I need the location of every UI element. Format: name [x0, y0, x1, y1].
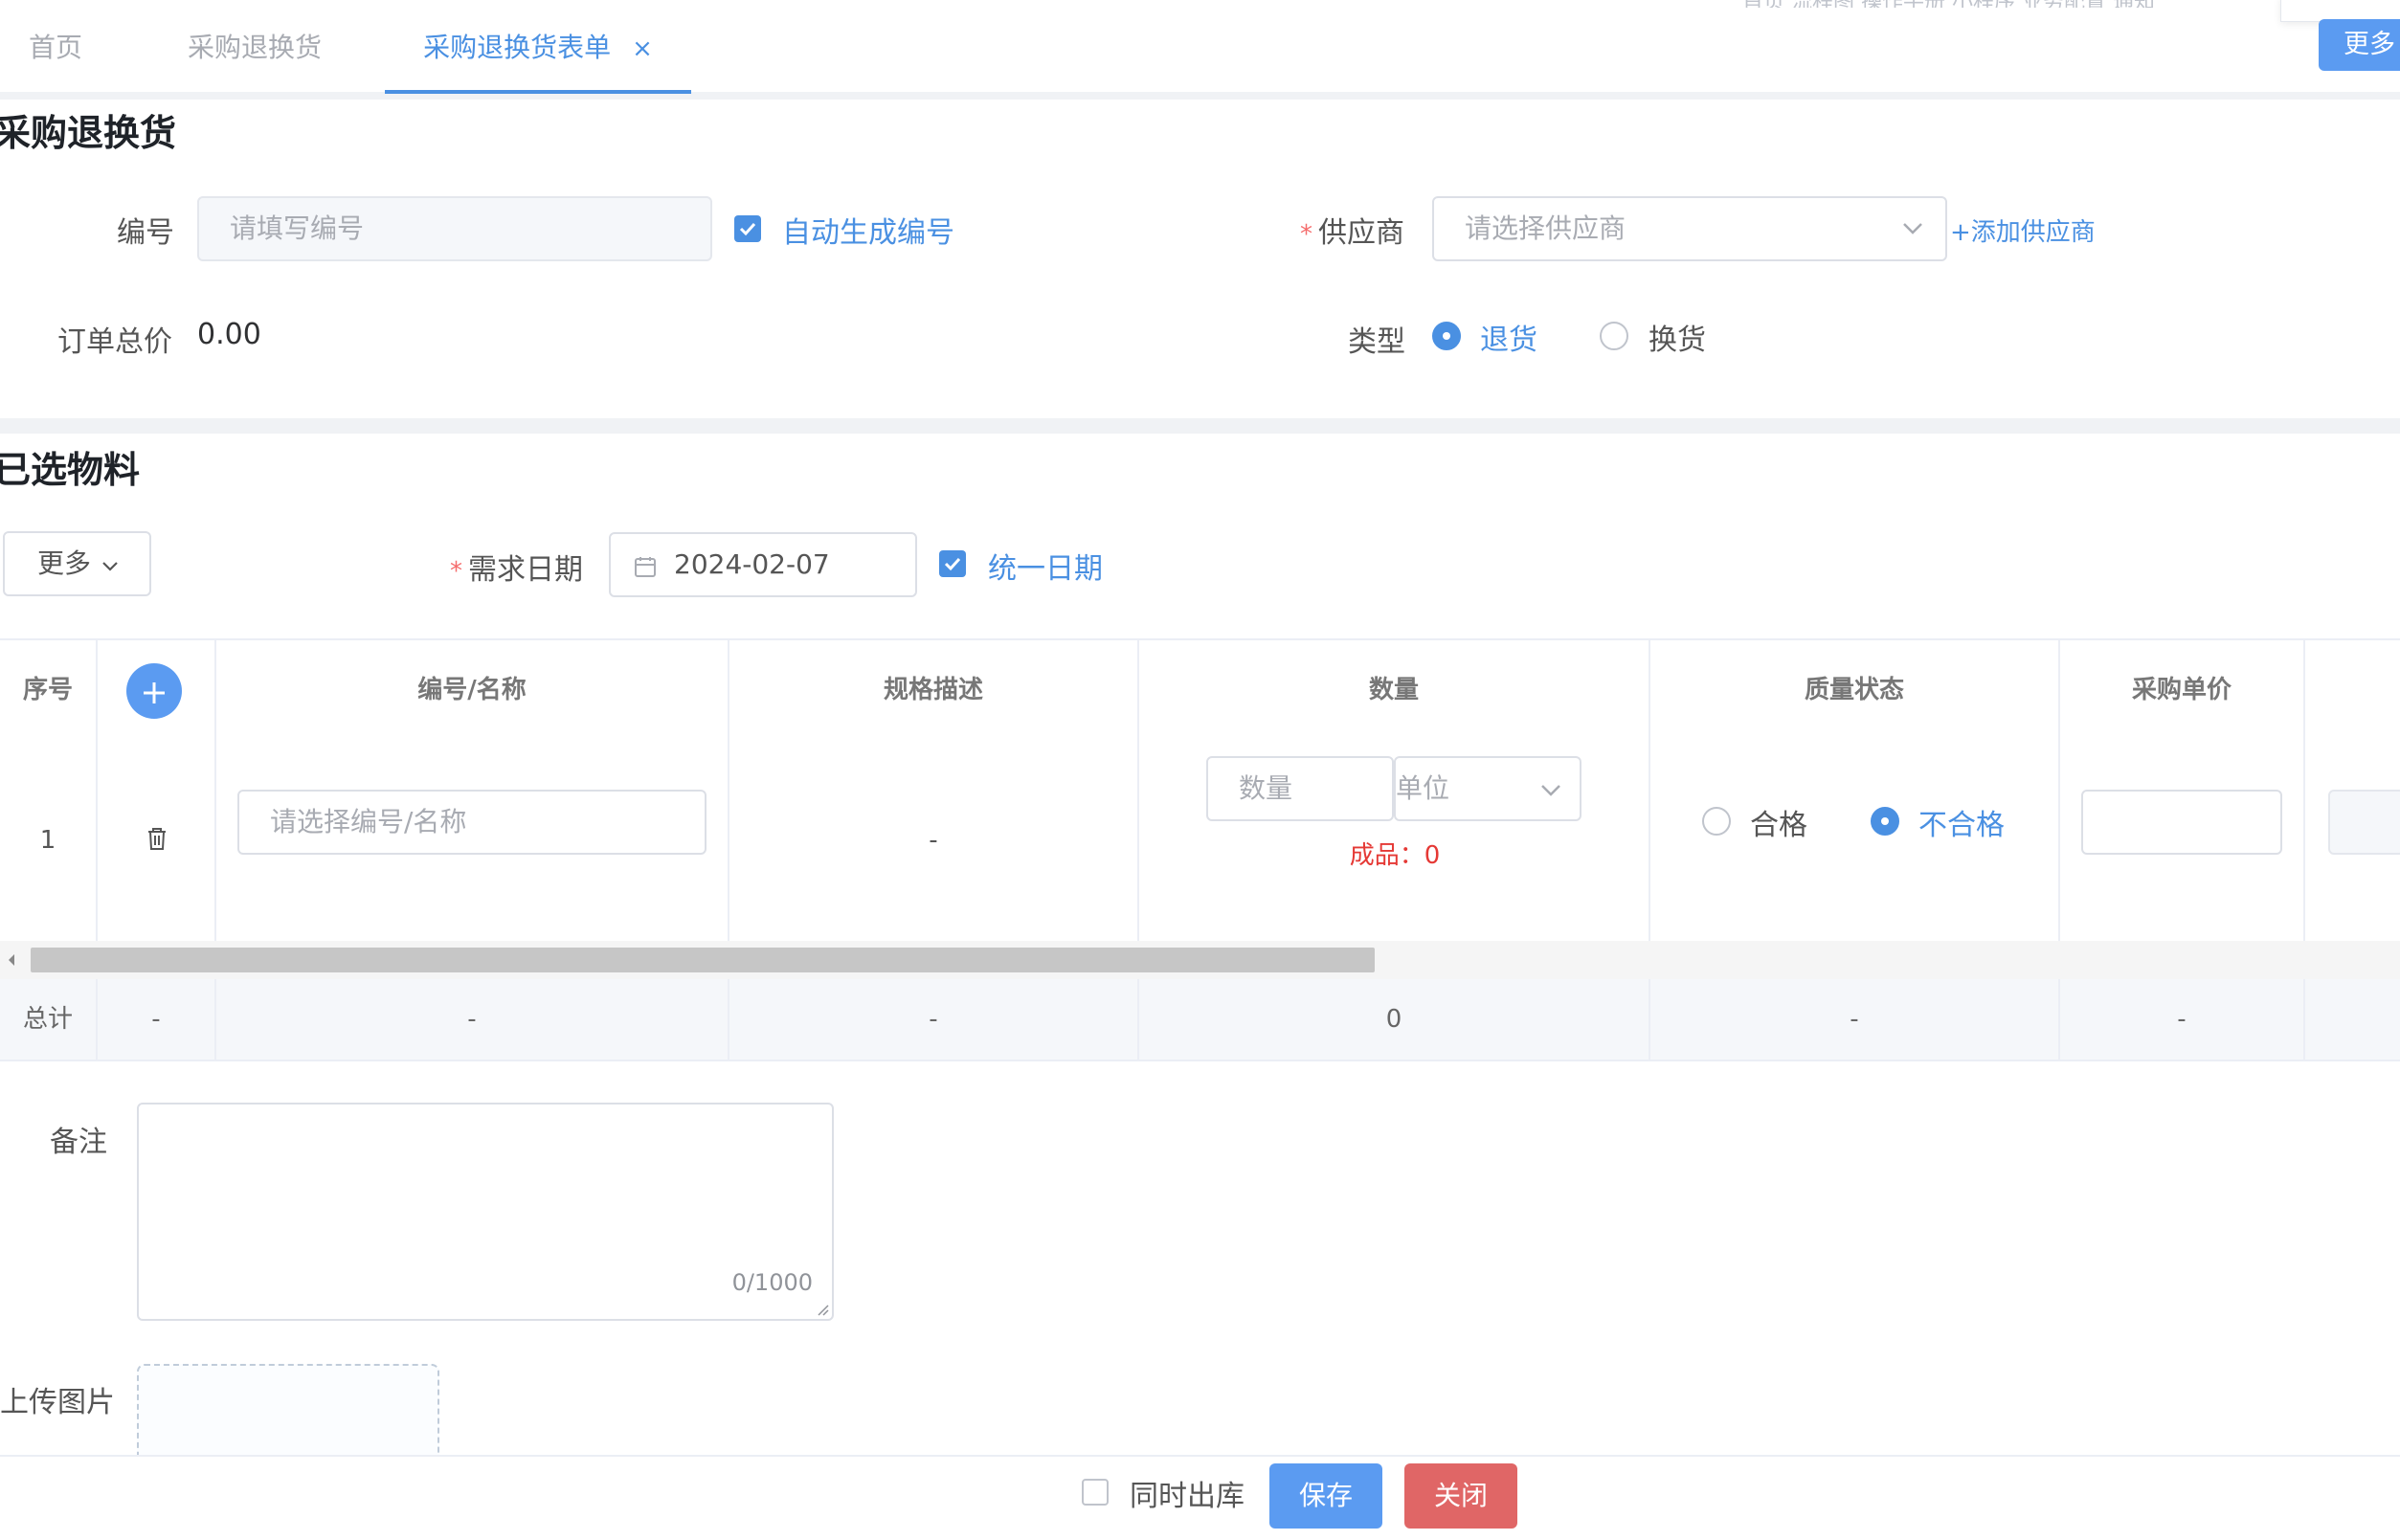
close-button[interactable]: 关闭 [1404, 1463, 1517, 1529]
footer-cell [2305, 979, 2400, 1060]
table-header: 序号 编号/名称 规格描述 数量 质量状态 采购单价 [0, 638, 2400, 742]
code-label: 编号 [117, 216, 174, 250]
chevron-down-icon [1541, 785, 1560, 796]
extra-input[interactable] [2328, 790, 2400, 855]
check-icon [739, 222, 756, 236]
column-header-extra [2305, 640, 2400, 740]
supplier-label: * 供应商 [1300, 209, 1404, 251]
auto-code-label: 自动生成编号 [782, 216, 954, 250]
date-label-text: 需求日期 [468, 553, 583, 587]
column-header-index: 序号 [0, 640, 98, 740]
footer-total-label: 总计 [0, 979, 98, 1060]
upload-label: 上传图片 [0, 1386, 115, 1419]
check-icon [944, 557, 961, 571]
plus-icon [144, 682, 165, 703]
unit-select[interactable]: 单位 [1394, 756, 1581, 821]
unit-placeholder: 单位 [1396, 772, 1450, 804]
section-divider [0, 418, 2400, 434]
row-code-cell: 请选择编号/名称 [216, 740, 729, 941]
quality-pass-label: 合格 [1750, 809, 1807, 842]
more-dropdown-label: 更多 [37, 547, 92, 579]
column-header-code-name: 编号/名称 [216, 640, 729, 740]
type-option-exchange-label: 换货 [1649, 324, 1706, 357]
more-dropdown[interactable]: 更多 [3, 531, 151, 596]
remark-textarea[interactable]: 0/1000 [137, 1103, 834, 1321]
add-row-button[interactable] [126, 663, 182, 719]
code-input[interactable]: 请填写编号 [197, 196, 712, 261]
date-picker[interactable]: 2024-02-07 [609, 532, 917, 597]
remark-label: 备注 [50, 1126, 107, 1159]
column-header-spec: 规格描述 [729, 640, 1139, 740]
quantity-input[interactable]: 数量 [1206, 756, 1394, 821]
quality-radio-pass[interactable] [1702, 807, 1731, 836]
row-index: 1 [0, 740, 98, 941]
table-horizontal-scrollbar[interactable] [0, 941, 2400, 979]
quality-fail-label: 不合格 [1918, 809, 2005, 842]
resize-handle-icon[interactable] [817, 1304, 830, 1317]
calendar-icon [635, 557, 656, 577]
finished-count: 成品：0 [1349, 841, 1441, 870]
footer-cell: - [1650, 979, 2060, 1060]
row-actions [98, 740, 216, 941]
tab-bar: 首页 采购退换货 采购退换货表单 × [0, 0, 2400, 100]
tab-purchase-return[interactable]: 采购退换货 [188, 0, 322, 90]
unify-date-checkbox[interactable] [939, 550, 966, 577]
remark-counter: 0/1000 [731, 1269, 813, 1296]
save-button[interactable]: 保存 [1269, 1463, 1382, 1529]
footer-cell: - [98, 979, 216, 1060]
column-header-unit-price: 采购单价 [2060, 640, 2305, 740]
close-icon[interactable]: × [632, 34, 653, 63]
column-header-quantity: 数量 [1139, 640, 1650, 740]
code-name-select[interactable]: 请选择编号/名称 [237, 790, 707, 855]
unify-date-label: 统一日期 [988, 552, 1103, 586]
auto-code-checkbox[interactable] [734, 215, 761, 242]
delete-icon[interactable] [146, 826, 168, 851]
tab-purchase-return-form[interactable]: 采购退换货表单 × [385, 0, 691, 94]
column-header-add [98, 640, 216, 740]
upload-dropzone[interactable] [137, 1364, 439, 1460]
date-label: * 需求日期 [450, 546, 583, 588]
column-header-quality: 质量状态 [1650, 640, 2060, 740]
supplier-label-text: 供应商 [1318, 216, 1404, 250]
add-supplier-link[interactable]: +添加供应商 [1950, 212, 2096, 248]
date-value: 2024-02-07 [674, 548, 830, 580]
footer-cell: - [216, 979, 729, 1060]
quality-radio-fail[interactable] [1871, 807, 1899, 836]
tab-label: 采购退换货表单 [423, 32, 612, 63]
table-footer: 总计 - - - 0 - - [0, 979, 2400, 1061]
row-quantity-cell: 数量 单位 成品：0 [1139, 740, 1650, 941]
scroll-left-arrow-icon[interactable] [6, 952, 17, 968]
chevron-down-icon [102, 562, 118, 571]
row-spec: - [729, 740, 1139, 941]
section-title-purchase-return: 采购退换货 [0, 112, 177, 154]
type-radio-exchange[interactable] [1600, 322, 1628, 350]
required-mark: * [450, 557, 462, 586]
footer-cell: - [2060, 979, 2305, 1060]
scrollbar-thumb[interactable] [31, 948, 1375, 972]
type-label: 类型 [1348, 325, 1405, 359]
section-title-selected-materials: 已选物料 [0, 449, 141, 491]
row-unit-price-cell [2060, 740, 2305, 941]
type-radio-return[interactable] [1432, 322, 1461, 350]
unit-price-input[interactable] [2081, 790, 2282, 855]
row-extra-cell [2305, 740, 2400, 941]
supplier-placeholder: 请选择供应商 [1465, 212, 1626, 244]
required-mark: * [1300, 220, 1312, 249]
tab-home[interactable]: 首页 [29, 0, 82, 90]
type-option-return-label: 退货 [1480, 324, 1537, 357]
row-quality-cell: 合格 不合格 [1650, 740, 2060, 941]
outbound-checkbox[interactable] [1082, 1479, 1109, 1506]
outbound-label: 同时出库 [1130, 1480, 1245, 1513]
table-row: 1 请选择编号/名称 - 数量 单位 成品：0 合格 不合格 [0, 740, 2400, 941]
total-label: 订单总价 [57, 325, 172, 359]
bottom-action-bar: 同时出库 保存 关闭 [0, 1455, 2400, 1540]
top-nav-links: 首页 流程图 操作手册 小程序 业务配置 通知 [1742, 0, 2278, 8]
footer-cell: - [729, 979, 1139, 1060]
chevron-down-icon [1903, 223, 1922, 234]
supplier-select[interactable]: 请选择供应商 [1432, 196, 1947, 261]
total-value: 0.00 [197, 318, 261, 351]
more-button[interactable]: 更多 [2319, 19, 2400, 71]
footer-quantity-total: 0 [1139, 979, 1650, 1060]
